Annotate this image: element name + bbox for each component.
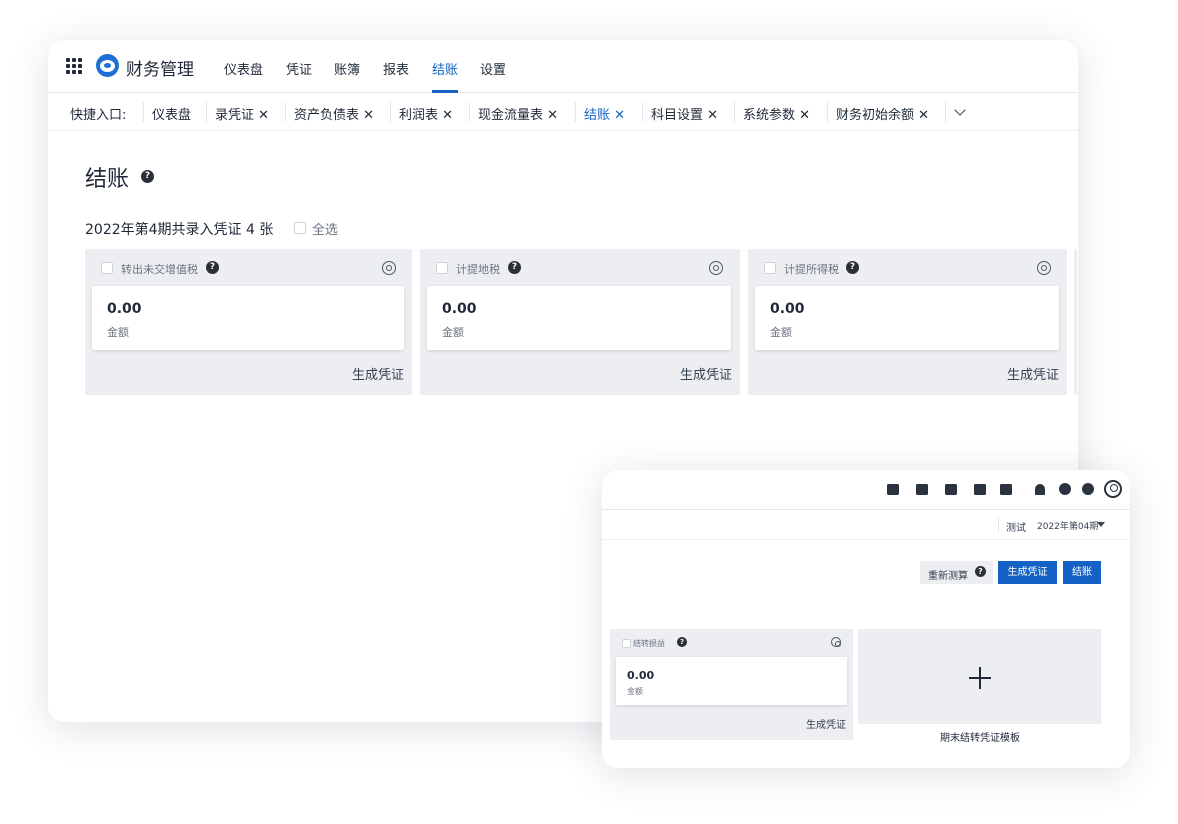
app-title: 财务管理 — [126, 60, 194, 80]
card-title: 计提地税 — [456, 263, 500, 276]
divider — [998, 517, 999, 533]
quick-tab-closing[interactable]: 结账 ✕ — [584, 104, 625, 123]
quick-tab-account-settings[interactable]: 科目设置 ✕ — [651, 104, 718, 123]
nav-ledgers[interactable]: 账簿 — [334, 59, 360, 78]
tab-divider — [143, 102, 144, 122]
tab-divider — [390, 102, 391, 122]
nav-closing[interactable]: 结账 — [432, 59, 458, 78]
card-title: 结转损益 — [633, 639, 665, 648]
recalculate-button[interactable]: 重新测算 ? — [920, 561, 993, 584]
help-icon[interactable]: ? — [975, 566, 986, 577]
gear-icon[interactable] — [1037, 261, 1051, 275]
plus-icon — [968, 667, 992, 689]
select-all-checkbox[interactable] — [294, 222, 306, 234]
help-icon[interactable]: ? — [141, 170, 154, 183]
closing-card: 转出未交增值税 ? 0.00 金额 生成凭证 — [85, 249, 412, 395]
nav-reports[interactable]: 报表 — [383, 59, 409, 78]
account-name: 测试 — [1006, 523, 1026, 534]
page-title: 结账 — [85, 167, 130, 192]
help-icon[interactable]: ? — [677, 637, 687, 647]
amount-panel: 0.00 金额 — [616, 657, 847, 705]
period-selector[interactable]: 2022年第04期 — [1037, 519, 1098, 532]
card-checkbox[interactable] — [101, 262, 113, 274]
user-icon[interactable] — [916, 484, 928, 495]
gear-icon[interactable] — [831, 637, 841, 647]
generate-voucher-button[interactable]: 生成凭证 — [998, 561, 1057, 584]
tab-divider — [469, 102, 470, 122]
amount-label: 金额 — [770, 326, 792, 339]
generate-voucher-link[interactable]: 生成凭证 — [806, 716, 846, 731]
bell-icon[interactable] — [1035, 484, 1045, 495]
closing-card: 计提所得税 ? 0.00 金额 生成凭证 — [748, 249, 1067, 395]
quick-tab-system-params[interactable]: 系统参数 ✕ — [743, 104, 810, 123]
quick-tab-dashboard[interactable]: 仪表盘 — [152, 104, 191, 123]
card-title: 计提所得税 — [784, 263, 839, 276]
amount-value: 0.00 — [442, 301, 477, 317]
select-all-label: 全选 — [312, 223, 339, 238]
help-icon[interactable] — [1059, 483, 1071, 495]
gear-icon[interactable] — [382, 261, 396, 275]
quick-tab-initial-balance[interactable]: 财务初始余额 ✕ — [836, 104, 929, 123]
voucher-summary: 2022年第4期共录入凭证 4 张 — [85, 222, 274, 238]
amount-panel: 0.00 金额 — [427, 286, 731, 350]
tab-divider — [734, 102, 735, 122]
quick-tab-record-voucher[interactable]: 录凭证 ✕ — [215, 104, 269, 123]
amount-label: 金额 — [627, 687, 643, 696]
phone-book-icon[interactable] — [974, 484, 986, 495]
tab-divider — [642, 102, 643, 122]
calendar-check-icon[interactable] — [887, 484, 899, 495]
amount-value: 0.00 — [627, 669, 655, 682]
calendar-icon[interactable] — [1000, 484, 1012, 495]
closing-card: 结转损益 ? 0.00 金额 生成凭证 — [610, 629, 853, 740]
generate-voucher-link[interactable]: 生成凭证 — [352, 364, 404, 383]
caret-down-icon[interactable] — [1097, 522, 1105, 527]
utility-toolbar — [602, 470, 1130, 510]
nav-settings[interactable]: 设置 — [480, 59, 506, 78]
help-icon[interactable]: ? — [846, 261, 859, 274]
amount-label: 金额 — [107, 326, 129, 339]
close-period-button[interactable]: 结账 — [1063, 561, 1101, 584]
card-checkbox[interactable] — [436, 262, 448, 274]
amount-panel: 0.00 金额 — [92, 286, 404, 350]
quick-tab-income-statement[interactable]: 利润表 ✕ — [399, 104, 453, 123]
amount-label: 金额 — [442, 326, 464, 339]
nav-vouchers[interactable]: 凭证 — [286, 59, 312, 78]
gear-icon[interactable] — [1082, 483, 1094, 495]
template-label: 期末结转凭证模板 — [940, 733, 1020, 744]
document-icon[interactable] — [945, 484, 957, 495]
card-checkbox[interactable] — [622, 639, 631, 648]
amount-panel: 0.00 金额 — [755, 286, 1059, 350]
quick-access-bar: 快捷入口: 仪表盘 录凭证 ✕ 资产负债表 ✕ 利润表 ✕ 现金流量表 ✕ 结账… — [48, 93, 1078, 131]
generate-voucher-link[interactable]: 生成凭证 — [680, 364, 732, 383]
recalculate-label: 重新测算 — [928, 571, 968, 582]
tab-divider — [827, 102, 828, 122]
next-card-edge — [1074, 249, 1077, 395]
amount-value: 0.00 — [770, 301, 805, 317]
app-grid-icon[interactable] — [66, 58, 82, 74]
help-icon[interactable]: ? — [206, 261, 219, 274]
closing-card: 计提地税 ? 0.00 金额 生成凭证 — [420, 249, 740, 395]
logo-icon — [96, 54, 119, 77]
tab-divider — [945, 102, 946, 122]
gear-icon[interactable] — [709, 261, 723, 275]
amount-value: 0.00 — [107, 301, 142, 317]
top-navigation: 财务管理 仪表盘 凭证 账簿 报表 结账 设置 — [48, 40, 1078, 93]
account-icon[interactable] — [1104, 480, 1122, 498]
quick-access-label: 快捷入口: — [70, 108, 127, 123]
period-bar: 测试 2022年第04期 — [602, 510, 1130, 540]
card-title: 转出未交增值税 — [121, 263, 198, 276]
nav-dashboard[interactable]: 仪表盘 — [224, 59, 263, 78]
quick-tab-cash-flow[interactable]: 现金流量表 ✕ — [478, 104, 558, 123]
help-icon[interactable]: ? — [508, 261, 521, 274]
chevron-down-icon[interactable] — [954, 104, 966, 116]
tab-divider — [575, 102, 576, 122]
closing-detail-window: 测试 2022年第04期 重新测算 ? 生成凭证 结账 结转损益 ? 0.00 … — [602, 470, 1130, 768]
tab-divider — [206, 102, 207, 122]
quick-tab-balance-sheet[interactable]: 资产负债表 ✕ — [294, 104, 374, 123]
generate-voucher-link[interactable]: 生成凭证 — [1007, 364, 1059, 383]
card-checkbox[interactable] — [764, 262, 776, 274]
add-template-button[interactable] — [858, 629, 1101, 724]
tab-divider — [285, 102, 286, 122]
